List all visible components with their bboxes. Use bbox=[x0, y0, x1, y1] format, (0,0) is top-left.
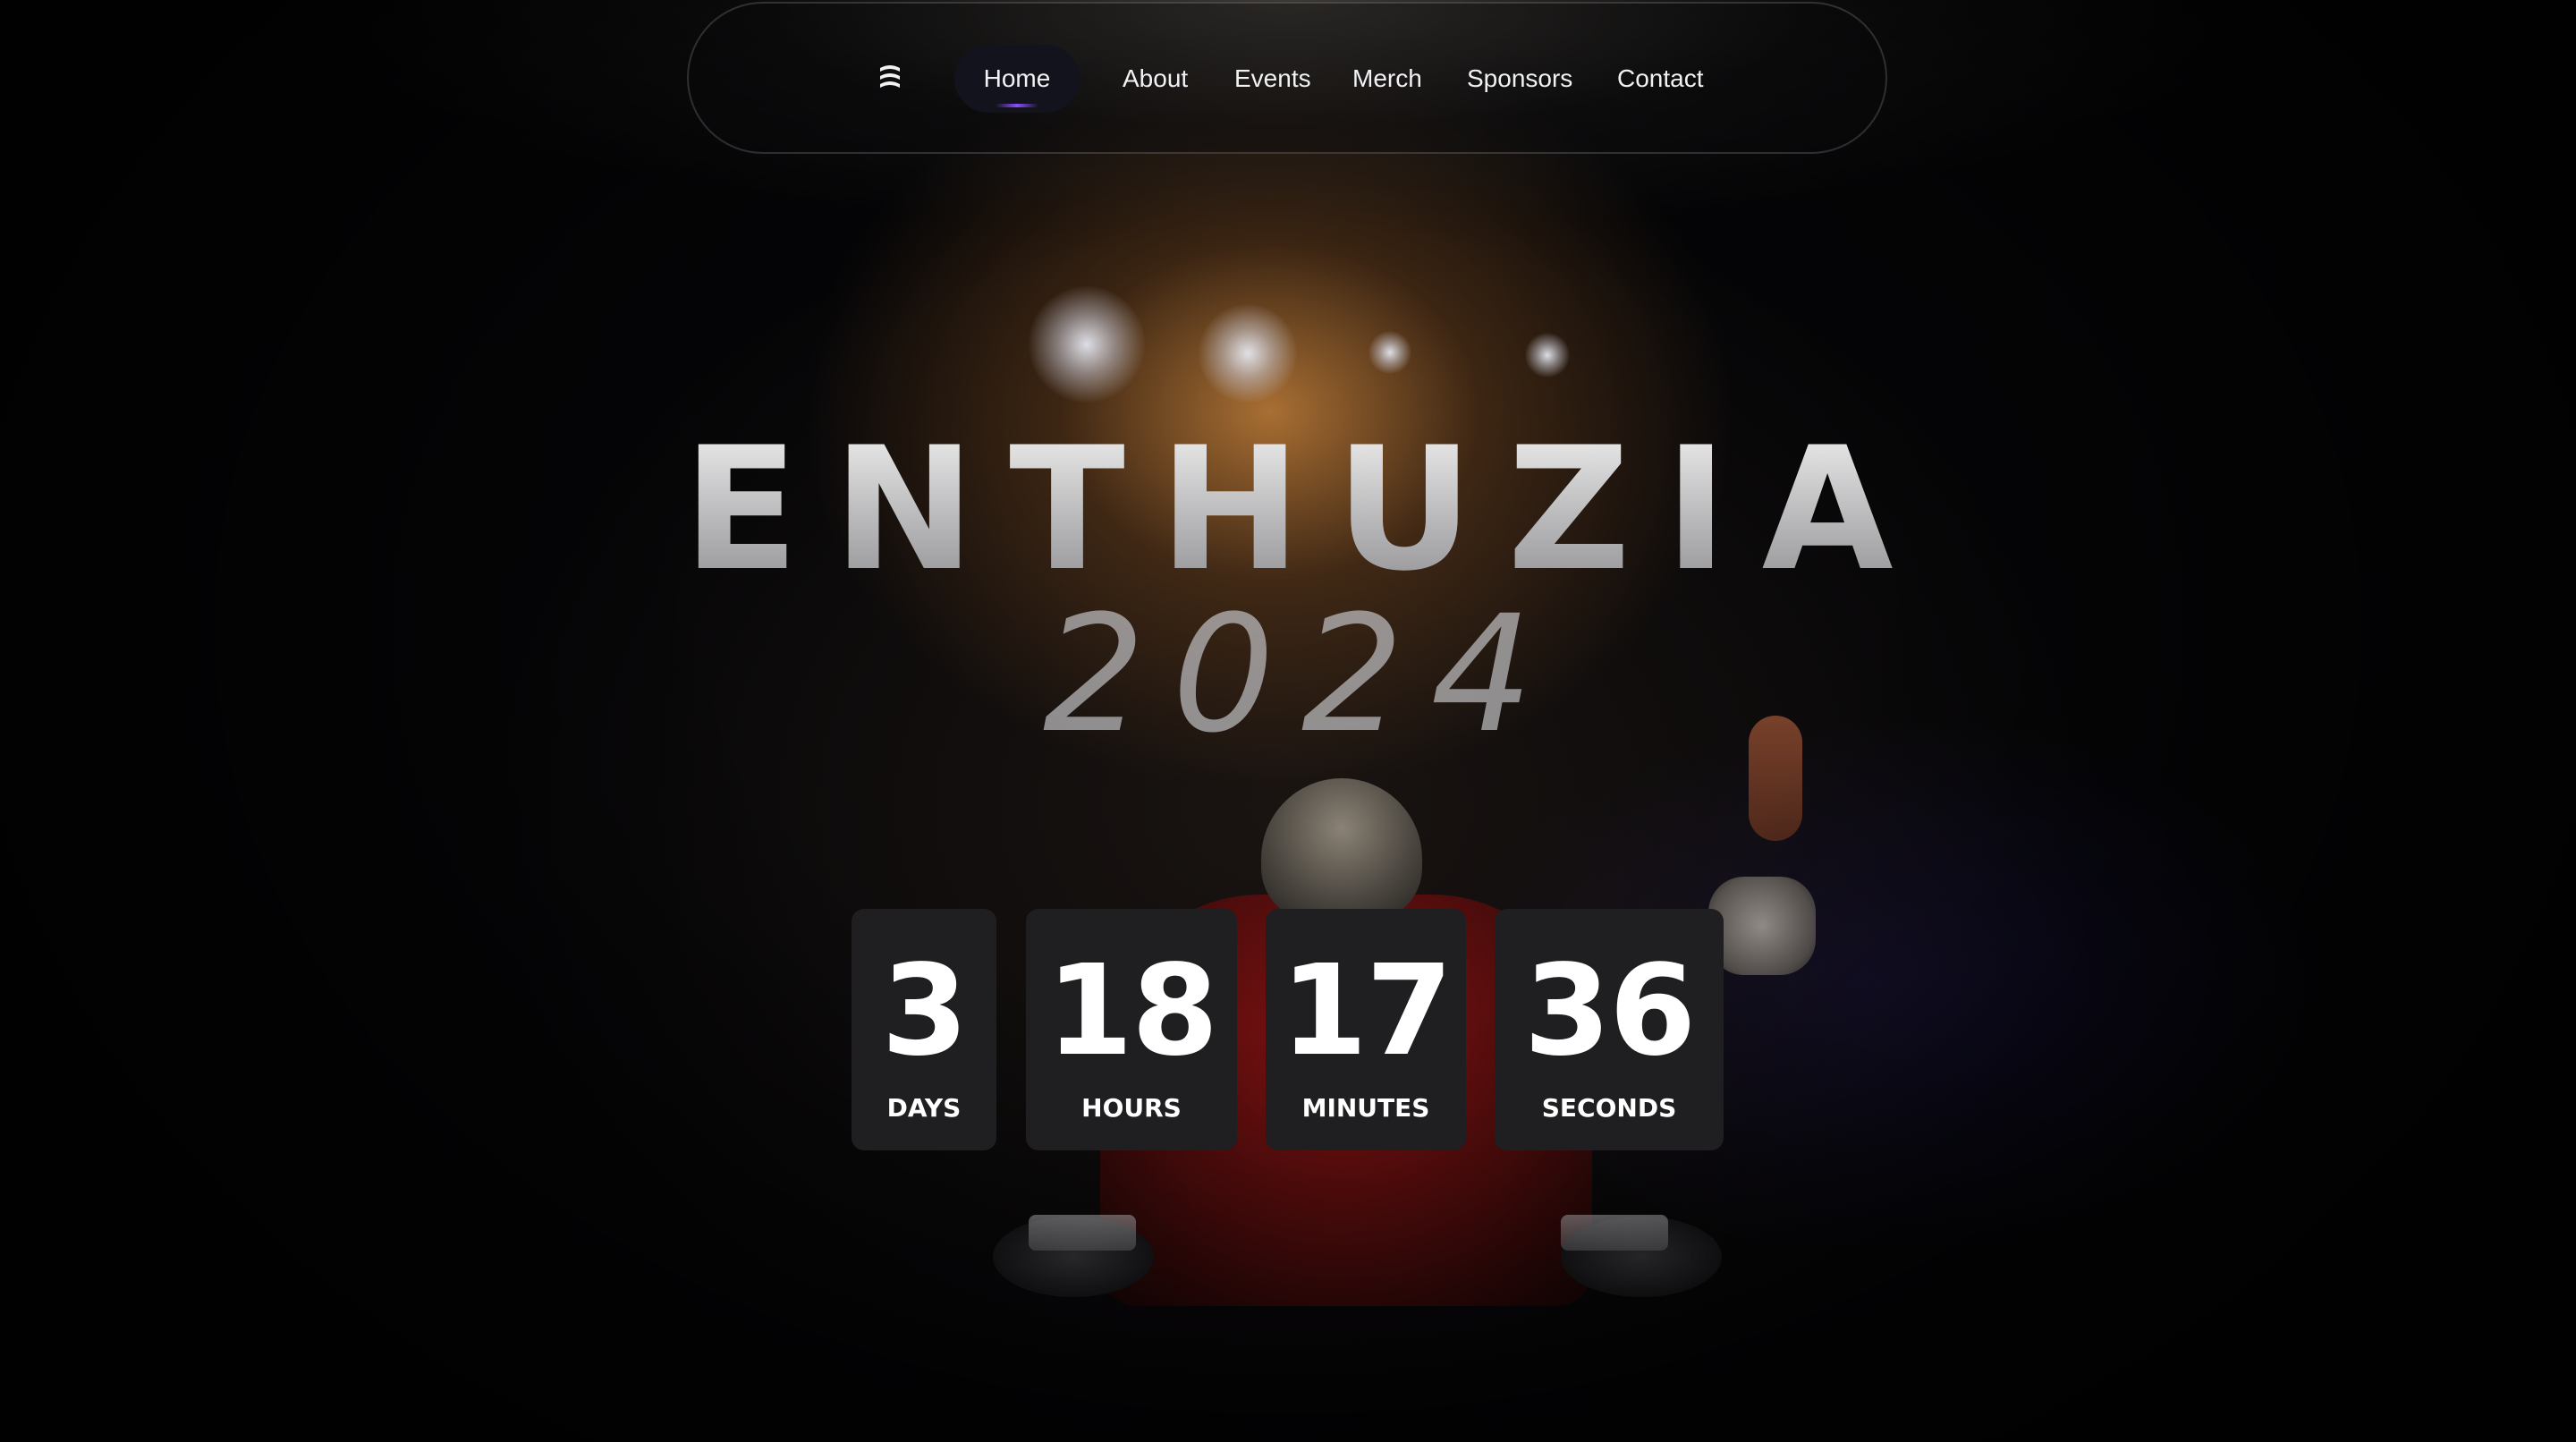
countdown-seconds-value: 36 bbox=[1523, 938, 1697, 1084]
nav-item-label: Events bbox=[1234, 64, 1311, 92]
countdown-days-label: DAYS bbox=[886, 1093, 962, 1123]
mixer-plate-left bbox=[1029, 1215, 1136, 1251]
countdown-minutes: 17 MINUTES bbox=[1266, 909, 1466, 1150]
countdown-hours-label: HOURS bbox=[1081, 1093, 1182, 1123]
countdown-hours: 18 HOURS bbox=[1026, 909, 1237, 1150]
nav-item-about[interactable]: About bbox=[1123, 45, 1188, 113]
event-title: ENTHUZIA bbox=[0, 420, 2576, 599]
nav-item-merch[interactable]: Merch bbox=[1352, 45, 1422, 113]
nav-item-events[interactable]: Events bbox=[1234, 45, 1311, 113]
stage-light bbox=[1525, 333, 1570, 377]
nav-item-contact[interactable]: Contact bbox=[1617, 45, 1704, 113]
event-year: 2024 bbox=[1042, 581, 1561, 768]
nav-item-label: Sponsors bbox=[1467, 64, 1573, 92]
hero-background: Home About Events Merch Sponsors Contact… bbox=[0, 0, 2576, 1442]
countdown-hours-value: 18 bbox=[1046, 938, 1219, 1084]
stage-light bbox=[1029, 286, 1145, 403]
mixer-plate-right bbox=[1561, 1215, 1668, 1251]
stage-light bbox=[1368, 331, 1411, 374]
countdown-days-value: 3 bbox=[881, 938, 968, 1084]
dj-head-silhouette bbox=[1261, 778, 1422, 921]
nav-item-label: About bbox=[1123, 64, 1189, 92]
stage-light bbox=[1199, 304, 1297, 403]
countdown-seconds: 36 SECONDS bbox=[1495, 909, 1724, 1150]
countdown-minutes-label: MINUTES bbox=[1301, 1093, 1430, 1123]
nav-item-sponsors[interactable]: Sponsors bbox=[1467, 45, 1572, 113]
nav-item-label: Merch bbox=[1352, 64, 1422, 92]
countdown-days: 3 DAYS bbox=[852, 909, 996, 1150]
nav-item-home[interactable]: Home bbox=[954, 45, 1080, 113]
layers-logo-icon[interactable] bbox=[877, 63, 903, 95]
nav-item-label: Contact bbox=[1617, 64, 1704, 92]
countdown-minutes-value: 17 bbox=[1280, 938, 1453, 1084]
active-indicator bbox=[996, 104, 1038, 107]
nav-item-label: Home bbox=[983, 64, 1051, 92]
dj-arm-silhouette bbox=[1708, 877, 1816, 975]
countdown-seconds-label: SECONDS bbox=[1541, 1093, 1677, 1123]
